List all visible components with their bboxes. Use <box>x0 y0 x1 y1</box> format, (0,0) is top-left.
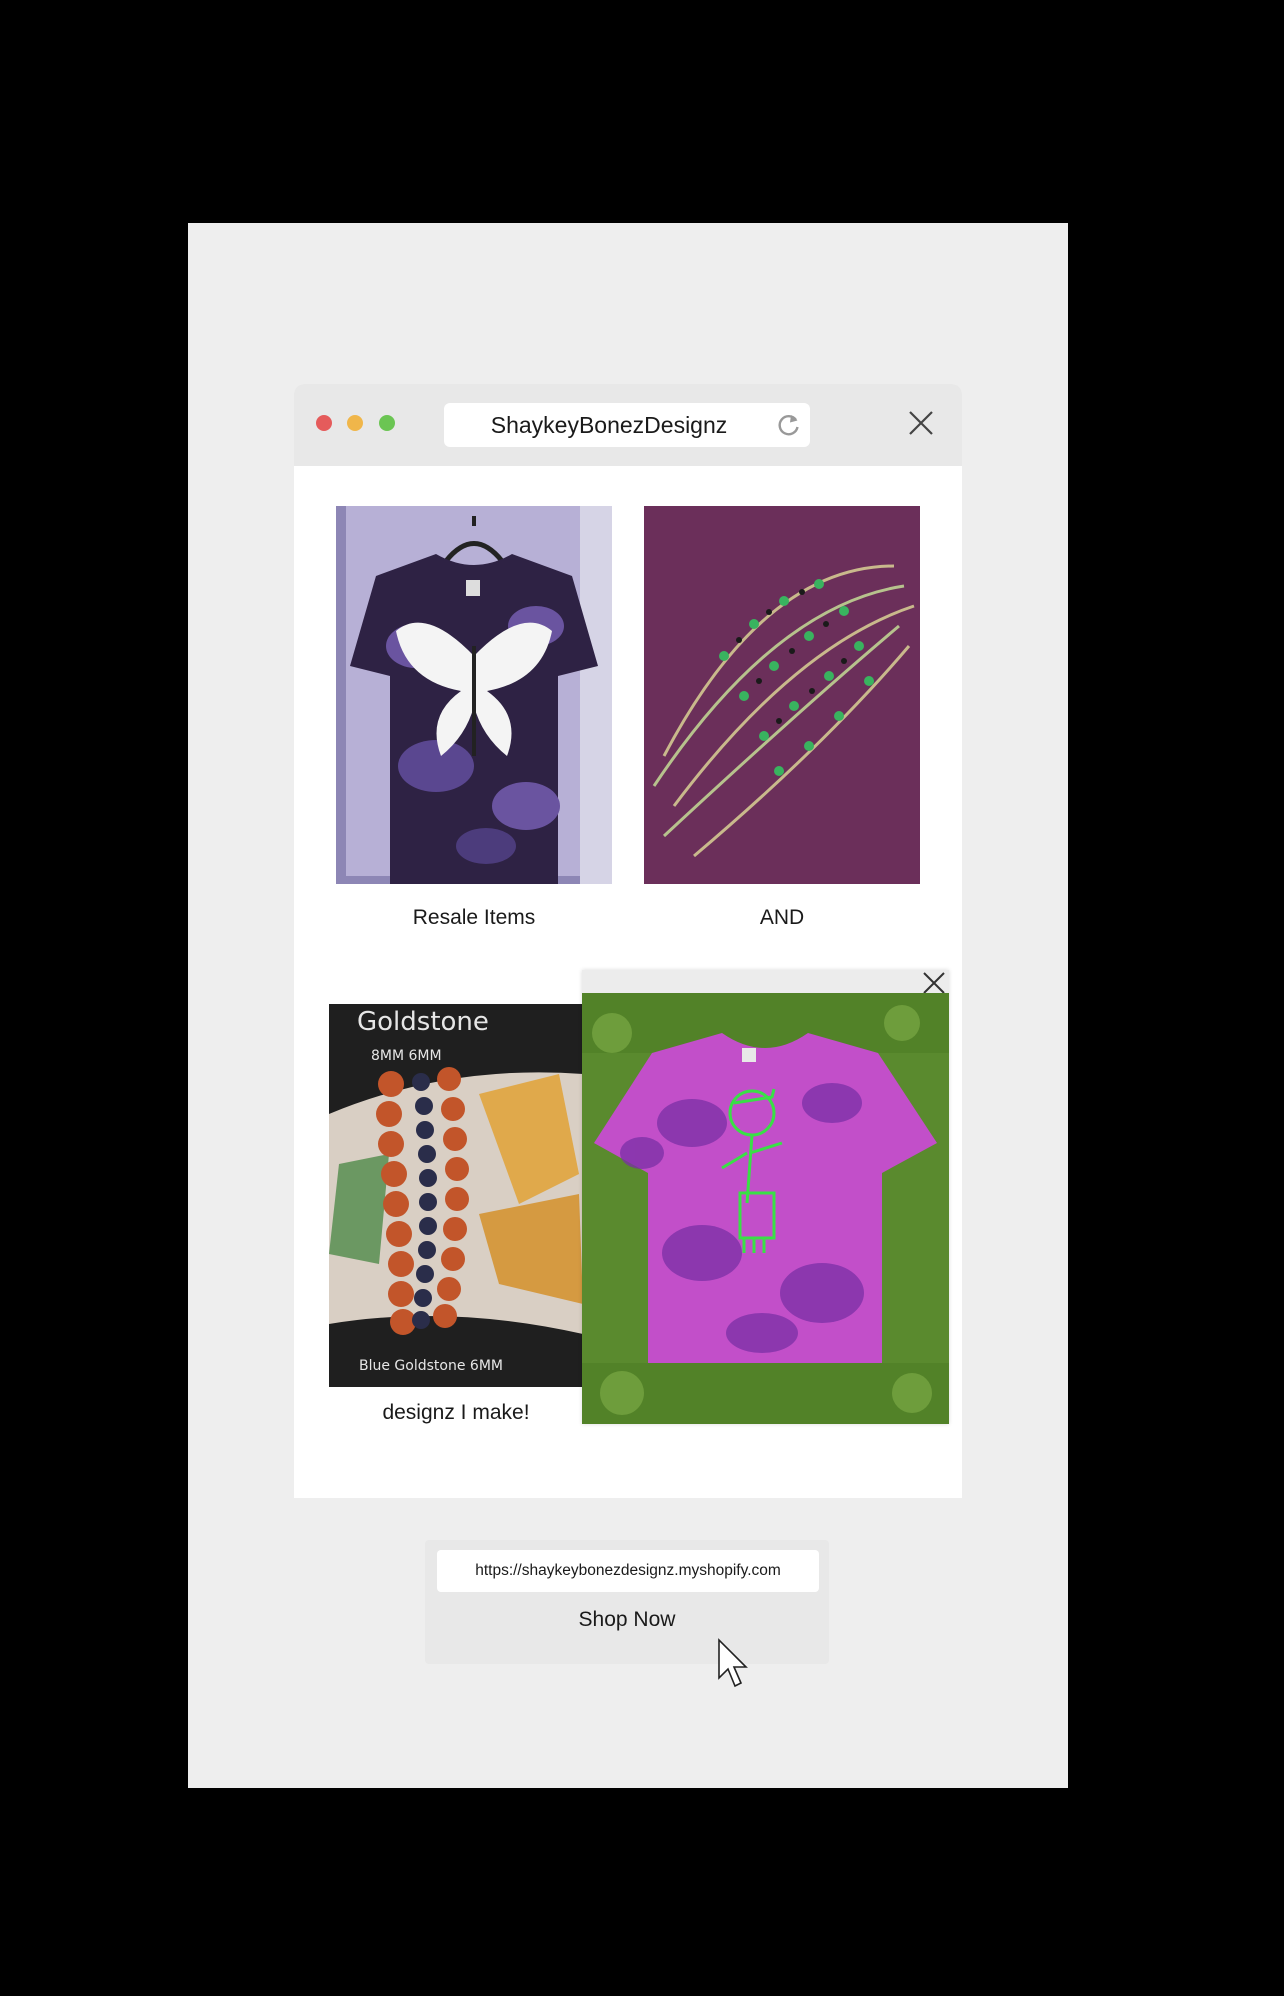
shop-now-button[interactable]: Shop Now <box>425 1608 829 1632</box>
close-dot[interactable] <box>316 415 332 431</box>
bracelet-sizes: 8MM 6MM <box>371 1048 442 1064</box>
minimize-dot[interactable] <box>347 415 363 431</box>
close-icon[interactable] <box>906 408 936 438</box>
maximize-dot[interactable] <box>379 415 395 431</box>
shop-url[interactable]: https://shaykeybonezdesignz.myshopify.co… <box>437 1550 819 1592</box>
refresh-icon[interactable] <box>776 412 802 438</box>
mouse-cursor-icon <box>718 1638 748 1688</box>
site-title: ShaykeyBonezDesignz <box>490 412 728 438</box>
browser-titlebar: ShaykeyBonezDesignz <box>294 384 962 466</box>
bracelet-footer: Blue Goldstone 6MM <box>359 1358 503 1374</box>
resale-shirt-photo[interactable] <box>336 506 612 884</box>
image-popup <box>582 970 949 1424</box>
address-bar[interactable]: ShaykeyBonezDesignz <box>444 403 810 447</box>
pink-shirt-photo[interactable] <box>582 993 949 1424</box>
caption-designz: designz I make! <box>382 1401 530 1424</box>
shop-card: https://shaykeybonezdesignz.myshopify.co… <box>425 1540 829 1664</box>
goldstone-bracelets-photo[interactable]: Goldstone 8MM 6MM Blue Goldstone 6MM <box>329 1004 583 1387</box>
caption-and: AND <box>759 906 805 929</box>
beaded-necklaces-photo[interactable] <box>644 506 920 884</box>
bracelet-title: Goldstone <box>357 1007 489 1037</box>
caption-resale: Resale Items <box>412 906 536 929</box>
